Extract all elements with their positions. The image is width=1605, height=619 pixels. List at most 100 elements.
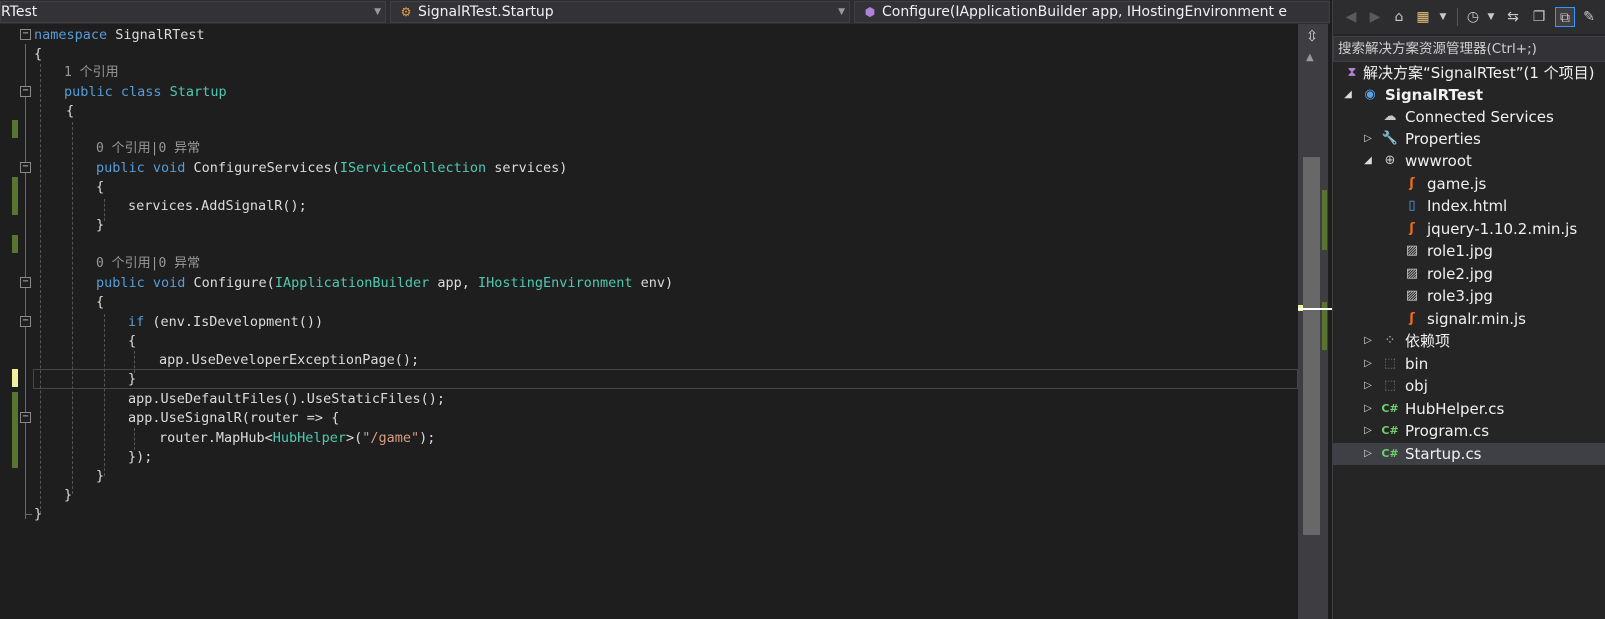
- code-line: {: [96, 179, 105, 195]
- tree-item-label: 解决方案“SignalRTest”(1 个项目): [1363, 64, 1595, 82]
- tree-item-folder[interactable]: ▷ ⬚ obj: [1333, 375, 1605, 397]
- collapsed-arrow-icon[interactable]: ▷: [1361, 330, 1375, 352]
- tree-item-label: Startup.cs: [1405, 445, 1482, 463]
- collapsed-arrow-icon[interactable]: ▷: [1361, 398, 1375, 420]
- properties-icon[interactable]: ✎: [1579, 7, 1599, 27]
- tree-item-label: signalr.min.js: [1427, 310, 1526, 328]
- code-line: router.MapHub<HubHelper>("/game");: [159, 428, 435, 448]
- tree-item-properties[interactable]: ▷ 🔧 Properties: [1333, 128, 1605, 150]
- tree-item-folder[interactable]: ▷ ⬚ bin: [1333, 353, 1605, 375]
- csharp-file-icon: C#: [1381, 447, 1399, 460]
- member-dropdown[interactable]: ⬢ Configure(IApplicationBuilder app, IHo…: [854, 1, 1330, 23]
- split-window-icon[interactable]: ⇳: [1300, 26, 1324, 46]
- chevron-down-icon[interactable]: ▼: [1481, 7, 1501, 27]
- tree-item-file[interactable]: ▯ Index.html: [1333, 195, 1605, 217]
- tree-item-file[interactable]: ▨ role3.jpg: [1333, 285, 1605, 307]
- tree-item-file-selected[interactable]: ▷ C# Startup.cs: [1333, 443, 1605, 465]
- code-line: {: [96, 294, 105, 310]
- switch-views-icon[interactable]: ▦: [1413, 7, 1433, 27]
- tree-item-file[interactable]: ʃ jquery-1.10.2.min.js: [1333, 218, 1605, 240]
- collapse-icon[interactable]: −: [20, 412, 31, 423]
- identifier-token: (env.IsDevelopment()): [144, 314, 324, 330]
- forward-icon[interactable]: ▶: [1365, 7, 1385, 27]
- tree-item-file[interactable]: ʃ game.js: [1333, 173, 1605, 195]
- collapse-icon[interactable]: −: [20, 316, 31, 327]
- type-token: IServiceCollection: [339, 160, 487, 176]
- class-dropdown[interactable]: ⚙ SignalRTest.Startup ▼: [390, 1, 850, 23]
- tree-item-project[interactable]: ◢ ◉ SignalRTest: [1333, 84, 1605, 106]
- scrollbar-change-marker: [1322, 190, 1327, 250]
- tree-item-label: role3.jpg: [1427, 287, 1493, 305]
- code-line: namespace SignalRTest: [34, 25, 205, 45]
- code-line: app.UseDefaultFiles().UseStaticFiles();: [128, 391, 445, 407]
- collapse-icon[interactable]: −: [20, 277, 31, 288]
- member-dropdown-label: Configure(IApplicationBuilder app, IHost…: [882, 4, 1287, 20]
- tree-item-label: Program.cs: [1405, 422, 1490, 440]
- tree-item-dependencies[interactable]: ▷ ⁘ 依赖项: [1333, 330, 1605, 352]
- collapsed-arrow-icon[interactable]: ▷: [1361, 443, 1375, 465]
- identifier-token: >(: [345, 430, 363, 446]
- collapse-icon[interactable]: −: [20, 162, 31, 173]
- project-dropdown[interactable]: RTest ▼: [0, 1, 386, 23]
- expanded-arrow-icon[interactable]: ◢: [1341, 84, 1355, 106]
- identifier-token: Configure(: [185, 275, 275, 291]
- code-line: }: [96, 468, 105, 484]
- identifier-token: app,: [429, 275, 479, 291]
- collapsed-arrow-icon[interactable]: ▷: [1361, 375, 1375, 397]
- indent-guide: [72, 122, 73, 494]
- csharp-file-icon: C#: [1381, 402, 1399, 415]
- scrollbar-thumb[interactable]: [1303, 157, 1320, 535]
- expanded-arrow-icon[interactable]: ◢: [1361, 150, 1375, 172]
- pending-changes-filter-icon[interactable]: ◷: [1463, 7, 1483, 27]
- js-file-icon: ʃ: [1409, 221, 1415, 236]
- html-file-icon: ▯: [1408, 198, 1416, 213]
- solution-search-input[interactable]: 搜索解决方案资源管理器(Ctrl+;): [1333, 36, 1605, 62]
- tree-item-label: wwwroot: [1405, 152, 1472, 170]
- sync-icon[interactable]: ⇆: [1503, 7, 1523, 27]
- codelens-references[interactable]: 1 个引用: [64, 63, 119, 83]
- tree-item-label: Properties: [1405, 130, 1481, 148]
- identifier-token: router.MapHub<: [159, 430, 273, 446]
- tree-item-file[interactable]: ▷ C# Program.cs: [1333, 420, 1605, 442]
- tree-item-file[interactable]: ʃ signalr.min.js: [1333, 308, 1605, 330]
- class-dropdown-label: SignalRTest.Startup: [418, 4, 554, 20]
- tree-item-file[interactable]: ▨ role2.jpg: [1333, 263, 1605, 285]
- code-line: public void ConfigureServices(IServiceCo…: [96, 158, 567, 178]
- code-editor[interactable]: − − − − − − namespace SignalRTest { 1 个引…: [0, 24, 1330, 619]
- chevron-down-icon[interactable]: ▼: [1433, 7, 1453, 27]
- identifier-token: env): [632, 275, 674, 291]
- home-icon[interactable]: ⌂: [1389, 7, 1409, 27]
- tree-item-file[interactable]: ▨ role1.jpg: [1333, 240, 1605, 262]
- dependencies-icon: ⁘: [1384, 333, 1396, 348]
- tree-item-solution[interactable]: ⧗ 解决方案“SignalRTest”(1 个项目): [1333, 62, 1605, 84]
- collapse-icon[interactable]: −: [20, 86, 31, 97]
- tree-item-connected-services[interactable]: ☁ Connected Services: [1333, 106, 1605, 128]
- scroll-up-icon[interactable]: ▲: [1306, 52, 1314, 63]
- tree-item-wwwroot[interactable]: ◢ ⊕ wwwroot: [1333, 150, 1605, 172]
- code-line: });: [128, 449, 153, 465]
- show-all-files-icon[interactable]: ⧉: [1555, 7, 1575, 27]
- collapse-icon[interactable]: −: [20, 29, 31, 40]
- code-line: {: [66, 103, 75, 119]
- codelens-references[interactable]: 0 个引用|0 异常: [96, 254, 200, 274]
- image-file-icon: ▨: [1405, 288, 1419, 303]
- collapse-all-icon[interactable]: ❐: [1529, 7, 1549, 27]
- code-line: }: [96, 217, 105, 233]
- identifier-token: SignalRTest: [107, 27, 205, 43]
- code-line: }: [128, 371, 137, 387]
- class-icon: ⚙: [400, 5, 412, 19]
- chevron-down-icon: ▼: [838, 7, 845, 17]
- collapsed-arrow-icon[interactable]: ▷: [1361, 420, 1375, 442]
- js-file-icon: ʃ: [1409, 311, 1415, 326]
- folder-icon: ⬚: [1383, 378, 1397, 393]
- back-icon[interactable]: ◀: [1341, 7, 1361, 27]
- collapsed-arrow-icon[interactable]: ▷: [1361, 128, 1375, 150]
- codelens-references[interactable]: 0 个引用|0 异常: [96, 139, 200, 159]
- tree-item-label: jquery-1.10.2.min.js: [1427, 220, 1578, 238]
- keyword-token: public void: [96, 275, 186, 291]
- tree-item-label: SignalRTest: [1385, 86, 1484, 104]
- identifier-token: ConfigureServices(: [185, 160, 340, 176]
- collapsed-arrow-icon[interactable]: ▷: [1361, 353, 1375, 375]
- tree-item-file[interactable]: ▷ C# HubHelper.cs: [1333, 398, 1605, 420]
- change-marker: [12, 120, 18, 138]
